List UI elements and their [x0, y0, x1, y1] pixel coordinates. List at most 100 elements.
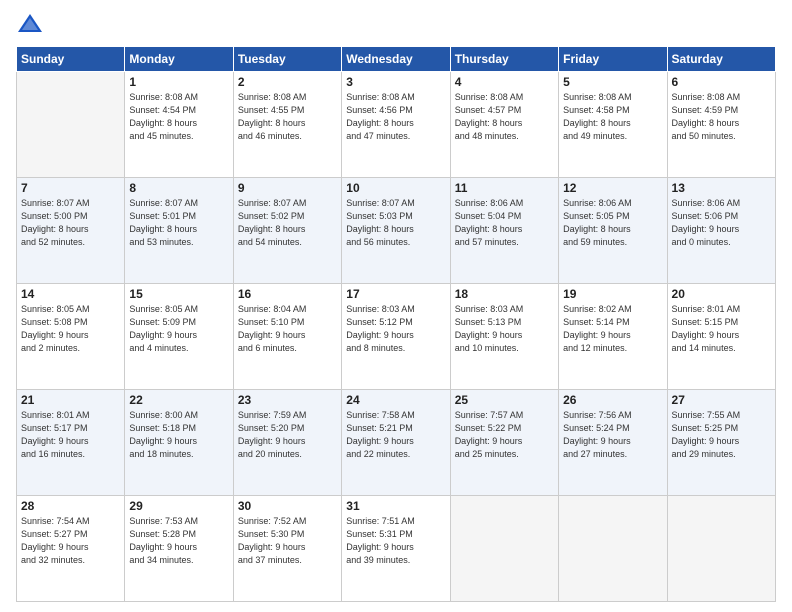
- day-info: Sunrise: 7:53 AMSunset: 5:28 PMDaylight:…: [129, 515, 228, 567]
- calendar-cell: 6 Sunrise: 8:08 AMSunset: 4:59 PMDaylight…: [667, 72, 775, 178]
- day-number: 21: [21, 393, 120, 407]
- day-info: Sunrise: 8:08 AMSunset: 4:54 PMDaylight:…: [129, 91, 228, 143]
- day-info: Sunrise: 8:08 AMSunset: 4:58 PMDaylight:…: [563, 91, 662, 143]
- day-number: 18: [455, 287, 554, 301]
- weekday-header-friday: Friday: [559, 47, 667, 72]
- day-number: 4: [455, 75, 554, 89]
- day-info: Sunrise: 7:56 AMSunset: 5:24 PMDaylight:…: [563, 409, 662, 461]
- day-info: Sunrise: 8:01 AMSunset: 5:17 PMDaylight:…: [21, 409, 120, 461]
- day-info: Sunrise: 8:05 AMSunset: 5:09 PMDaylight:…: [129, 303, 228, 355]
- weekday-header-saturday: Saturday: [667, 47, 775, 72]
- calendar-cell: [17, 72, 125, 178]
- day-info: Sunrise: 8:07 AMSunset: 5:03 PMDaylight:…: [346, 197, 445, 249]
- calendar-cell: [450, 496, 558, 602]
- logo: [16, 12, 48, 40]
- weekday-header-row: SundayMondayTuesdayWednesdayThursdayFrid…: [17, 47, 776, 72]
- day-info: Sunrise: 7:51 AMSunset: 5:31 PMDaylight:…: [346, 515, 445, 567]
- week-row-5: 28Sunrise: 7:54 AMSunset: 5:27 PMDayligh…: [17, 496, 776, 602]
- day-number: 26: [563, 393, 662, 407]
- calendar-cell: 22 Sunrise: 8:00 AMSunset: 5:18 PMDayligh…: [125, 390, 233, 496]
- calendar-cell: 3 Sunrise: 8:08 AMSunset: 4:56 PMDaylight…: [342, 72, 450, 178]
- day-info: Sunrise: 7:59 AMSunset: 5:20 PMDaylight:…: [238, 409, 337, 461]
- day-number: 20: [672, 287, 771, 301]
- calendar-cell: 16 Sunrise: 8:04 AMSunset: 5:10 PMDayligh…: [233, 284, 341, 390]
- calendar-cell: 28Sunrise: 7:54 AMSunset: 5:27 PMDayligh…: [17, 496, 125, 602]
- day-info: Sunrise: 8:03 AMSunset: 5:12 PMDaylight:…: [346, 303, 445, 355]
- calendar-cell: 31Sunrise: 7:51 AMSunset: 5:31 PMDayligh…: [342, 496, 450, 602]
- day-number: 3: [346, 75, 445, 89]
- day-number: 16: [238, 287, 337, 301]
- calendar-cell: 30 Sunrise: 7:52 AMSunset: 5:30 PMDayligh…: [233, 496, 341, 602]
- calendar-cell: 23Sunrise: 7:59 AMSunset: 5:20 PMDayligh…: [233, 390, 341, 496]
- day-number: 28: [21, 499, 120, 513]
- day-number: 12: [563, 181, 662, 195]
- day-number: 14: [21, 287, 120, 301]
- calendar-cell: 21 Sunrise: 8:01 AMSunset: 5:17 PMDayligh…: [17, 390, 125, 496]
- day-number: 1: [129, 75, 228, 89]
- calendar-cell: 14 Sunrise: 8:05 AMSunset: 5:08 PMDayligh…: [17, 284, 125, 390]
- logo-icon: [16, 12, 44, 40]
- day-number: 11: [455, 181, 554, 195]
- calendar-cell: 20 Sunrise: 8:01 AMSunset: 5:15 PMDayligh…: [667, 284, 775, 390]
- calendar-table: SundayMondayTuesdayWednesdayThursdayFrid…: [16, 46, 776, 602]
- day-info: Sunrise: 8:07 AMSunset: 5:01 PMDaylight:…: [129, 197, 228, 249]
- day-number: 7: [21, 181, 120, 195]
- weekday-header-tuesday: Tuesday: [233, 47, 341, 72]
- calendar-cell: [667, 496, 775, 602]
- weekday-header-thursday: Thursday: [450, 47, 558, 72]
- day-number: 30: [238, 499, 337, 513]
- day-info: Sunrise: 7:52 AMSunset: 5:30 PMDaylight:…: [238, 515, 337, 567]
- calendar-cell: 17 Sunrise: 8:03 AMSunset: 5:12 PMDayligh…: [342, 284, 450, 390]
- calendar-cell: 1 Sunrise: 8:08 AMSunset: 4:54 PMDaylight…: [125, 72, 233, 178]
- calendar-cell: 7Sunrise: 8:07 AMSunset: 5:00 PMDaylight…: [17, 178, 125, 284]
- day-info: Sunrise: 8:06 AMSunset: 5:05 PMDaylight:…: [563, 197, 662, 249]
- day-info: Sunrise: 8:06 AMSunset: 5:04 PMDaylight:…: [455, 197, 554, 249]
- day-info: Sunrise: 8:07 AMSunset: 5:02 PMDaylight:…: [238, 197, 337, 249]
- weekday-header-wednesday: Wednesday: [342, 47, 450, 72]
- day-info: Sunrise: 8:00 AMSunset: 5:18 PMDaylight:…: [129, 409, 228, 461]
- calendar-cell: 12 Sunrise: 8:06 AMSunset: 5:05 PMDayligh…: [559, 178, 667, 284]
- day-number: 25: [455, 393, 554, 407]
- calendar-cell: 29 Sunrise: 7:53 AMSunset: 5:28 PMDayligh…: [125, 496, 233, 602]
- calendar-cell: 2 Sunrise: 8:08 AMSunset: 4:55 PMDaylight…: [233, 72, 341, 178]
- day-number: 5: [563, 75, 662, 89]
- day-number: 29: [129, 499, 228, 513]
- day-info: Sunrise: 8:08 AMSunset: 4:56 PMDaylight:…: [346, 91, 445, 143]
- calendar-cell: 10Sunrise: 8:07 AMSunset: 5:03 PMDayligh…: [342, 178, 450, 284]
- day-number: 2: [238, 75, 337, 89]
- calendar-cell: 11 Sunrise: 8:06 AMSunset: 5:04 PMDayligh…: [450, 178, 558, 284]
- day-info: Sunrise: 8:03 AMSunset: 5:13 PMDaylight:…: [455, 303, 554, 355]
- day-number: 9: [238, 181, 337, 195]
- calendar-cell: 27 Sunrise: 7:55 AMSunset: 5:25 PMDayligh…: [667, 390, 775, 496]
- day-info: Sunrise: 7:58 AMSunset: 5:21 PMDaylight:…: [346, 409, 445, 461]
- day-number: 13: [672, 181, 771, 195]
- day-info: Sunrise: 8:08 AMSunset: 4:55 PMDaylight:…: [238, 91, 337, 143]
- day-info: Sunrise: 7:55 AMSunset: 5:25 PMDaylight:…: [672, 409, 771, 461]
- day-number: 15: [129, 287, 228, 301]
- day-number: 17: [346, 287, 445, 301]
- calendar-cell: 15 Sunrise: 8:05 AMSunset: 5:09 PMDayligh…: [125, 284, 233, 390]
- day-number: 19: [563, 287, 662, 301]
- day-info: Sunrise: 8:02 AMSunset: 5:14 PMDaylight:…: [563, 303, 662, 355]
- weekday-header-sunday: Sunday: [17, 47, 125, 72]
- calendar-cell: 18 Sunrise: 8:03 AMSunset: 5:13 PMDayligh…: [450, 284, 558, 390]
- week-row-4: 21 Sunrise: 8:01 AMSunset: 5:17 PMDayligh…: [17, 390, 776, 496]
- day-number: 24: [346, 393, 445, 407]
- header: [16, 12, 776, 40]
- calendar-cell: 8 Sunrise: 8:07 AMSunset: 5:01 PMDaylight…: [125, 178, 233, 284]
- calendar-cell: 13 Sunrise: 8:06 AMSunset: 5:06 PMDayligh…: [667, 178, 775, 284]
- week-row-1: 1 Sunrise: 8:08 AMSunset: 4:54 PMDaylight…: [17, 72, 776, 178]
- calendar-cell: 5 Sunrise: 8:08 AMSunset: 4:58 PMDaylight…: [559, 72, 667, 178]
- day-info: Sunrise: 8:06 AMSunset: 5:06 PMDaylight:…: [672, 197, 771, 249]
- day-number: 6: [672, 75, 771, 89]
- day-number: 27: [672, 393, 771, 407]
- day-info: Sunrise: 7:57 AMSunset: 5:22 PMDaylight:…: [455, 409, 554, 461]
- calendar-cell: 19 Sunrise: 8:02 AMSunset: 5:14 PMDayligh…: [559, 284, 667, 390]
- calendar-cell: 24 Sunrise: 7:58 AMSunset: 5:21 PMDayligh…: [342, 390, 450, 496]
- day-number: 22: [129, 393, 228, 407]
- day-info: Sunrise: 8:04 AMSunset: 5:10 PMDaylight:…: [238, 303, 337, 355]
- day-info: Sunrise: 8:08 AMSunset: 4:59 PMDaylight:…: [672, 91, 771, 143]
- day-number: 8: [129, 181, 228, 195]
- day-info: Sunrise: 8:05 AMSunset: 5:08 PMDaylight:…: [21, 303, 120, 355]
- day-info: Sunrise: 8:01 AMSunset: 5:15 PMDaylight:…: [672, 303, 771, 355]
